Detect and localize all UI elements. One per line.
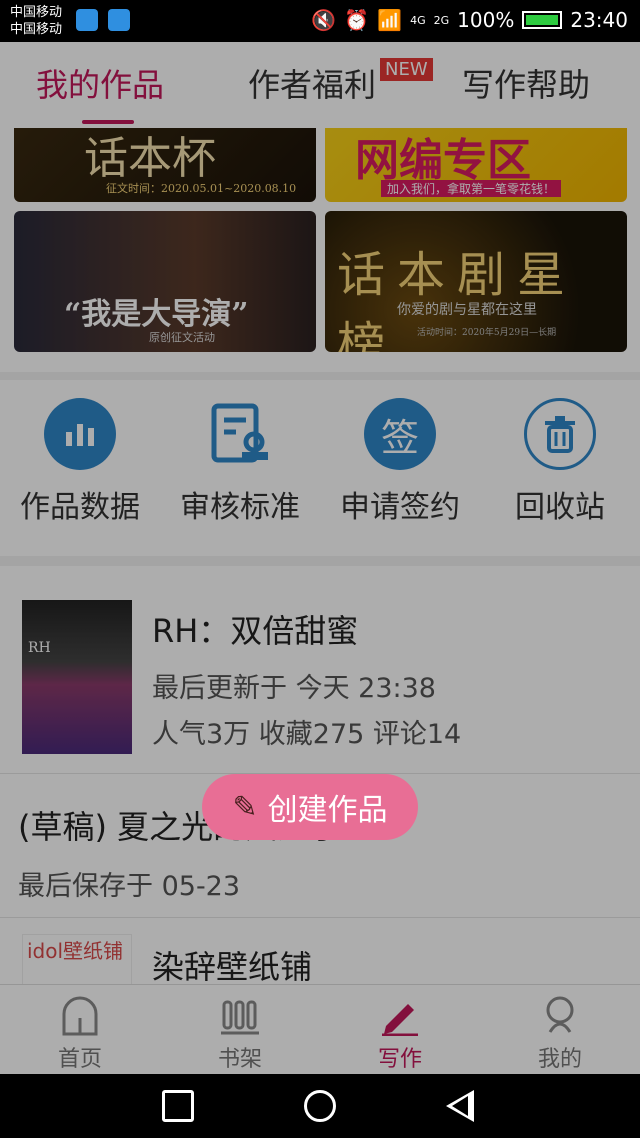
- trash-icon: [524, 398, 596, 470]
- action-apply-contract[interactable]: 签 申请签约: [320, 398, 480, 526]
- bar-chart-icon: [44, 398, 116, 470]
- action-recycle-bin[interactable]: 回收站: [480, 398, 640, 526]
- health-app-icon: [108, 9, 130, 31]
- action-label: 作品数据: [20, 490, 140, 525]
- sign-icon: 签: [364, 398, 436, 470]
- status-indicators: 🔇 ⏰ 📶 4G 2G 100% 23:40: [311, 8, 628, 32]
- battery-icon: [522, 11, 563, 29]
- cover-label: idol壁纸铺: [27, 939, 124, 963]
- banner-title: 话本杯: [84, 133, 216, 184]
- banner-drama-star-list[interactable]: 话本剧星榜 你爱的剧与星都在这里 活动时间：2020年5月29日—长期: [325, 211, 627, 352]
- network-2g-label: 2G: [433, 13, 450, 27]
- carrier-name-1: 中国移动: [10, 5, 63, 20]
- work-title: RH：双倍甜蜜: [152, 612, 359, 650]
- list-item[interactable]: RH RH：双倍甜蜜 最后更新于 今天 23:38 人气3万 收藏275 评论1…: [0, 566, 640, 774]
- banner-subtitle: 加入我们，拿取第一笔零花钱！: [381, 180, 562, 197]
- nav-label: 写作: [377, 1047, 422, 1072]
- pen-icon: [320, 993, 480, 1039]
- work-updated: 最后更新于 今天 23:38: [152, 673, 436, 704]
- top-tabs: 我的作品 作者福利 NEW 写作帮助: [0, 42, 640, 128]
- sign-icon-glyph: 签: [380, 415, 419, 460]
- status-bar: 中国移动 中国移动 🔇 ⏰ 📶 4G 2G 100% 23:40: [0, 0, 640, 42]
- clock: 23:40: [570, 8, 628, 32]
- tab-writing-help[interactable]: 写作帮助: [462, 60, 590, 106]
- location-app-icon: [76, 9, 98, 31]
- action-label: 申请签约: [340, 490, 460, 525]
- network-4g-label: 4G: [410, 13, 426, 27]
- nav-label: 我的: [537, 1047, 582, 1072]
- banner-note: 活动时间：2020年5月29日—长期: [417, 328, 557, 338]
- banner-huaben-cup[interactable]: 话本杯 征文时间：2020.05.01~2020.08.10: [14, 128, 316, 202]
- create-work-label: 创建作品: [267, 793, 388, 828]
- nav-label: 首页: [57, 1047, 102, 1072]
- carrier-name-2: 中国移动: [10, 22, 63, 37]
- work-title: 染辞壁纸铺: [152, 948, 313, 984]
- banner-editor-zone[interactable]: 网编专区 加入我们，拿取第一笔零花钱！: [325, 128, 627, 202]
- recent-apps-button[interactable]: [162, 1090, 194, 1122]
- nav-label: 书架: [217, 1047, 262, 1072]
- profile-icon: [480, 993, 640, 1039]
- tab-my-works[interactable]: 我的作品: [36, 60, 164, 106]
- quick-actions: 作品数据 审核标准 签 申请签约 回收站: [0, 380, 640, 556]
- active-tab-indicator: [82, 120, 134, 124]
- banner-grid: 话本杯 征文时间：2020.05.01~2020.08.10 网编专区 加入我们…: [0, 128, 640, 372]
- pencil-icon: ✎: [232, 789, 258, 825]
- new-badge: NEW: [380, 58, 433, 81]
- work-stats: 人气3万 收藏275 评论14: [152, 719, 462, 750]
- bottom-nav: 首页 书架 写作 我的: [0, 984, 640, 1074]
- back-button[interactable]: [446, 1090, 474, 1122]
- banner-title: “我是大导演”: [64, 297, 249, 332]
- home-button[interactable]: [304, 1090, 336, 1122]
- banner-title: 网编专区: [355, 135, 531, 186]
- create-work-button[interactable]: ✎ 创建作品: [202, 774, 418, 840]
- system-nav-bar: [0, 1074, 640, 1138]
- carrier-info: 中国移动 中国移动: [10, 4, 62, 38]
- action-review-standard[interactable]: 审核标准: [160, 398, 320, 526]
- work-cover: RH: [22, 600, 132, 754]
- cover-text: RH: [28, 640, 51, 656]
- battery-percent: 100%: [457, 8, 515, 32]
- banner-subtitle: 征文时间：2020.05.01~2020.08.10: [106, 182, 297, 195]
- banner-director[interactable]: “我是大导演” 原创征文活动: [14, 211, 316, 352]
- tab-author-benefits[interactable]: 作者福利: [248, 60, 376, 106]
- list-item[interactable]: idol壁纸铺 染辞壁纸铺: [0, 918, 640, 984]
- action-label: 回收站: [515, 490, 605, 525]
- work-saved: 最后保存于 05-23: [18, 871, 241, 902]
- work-cover: idol壁纸铺: [22, 934, 132, 984]
- bookshelf-icon: [160, 993, 320, 1039]
- banner-subtitle: 你爱的剧与星都在这里: [397, 302, 537, 318]
- nav-home[interactable]: 首页: [0, 993, 160, 1073]
- nav-bookshelf[interactable]: 书架: [160, 993, 320, 1073]
- alarm-icon: ⏰: [344, 8, 370, 32]
- wifi-icon: 📶: [377, 8, 403, 32]
- nav-profile[interactable]: 我的: [480, 993, 640, 1073]
- home-icon: [0, 993, 160, 1039]
- action-work-data[interactable]: 作品数据: [0, 398, 160, 526]
- nav-write[interactable]: 写作: [320, 993, 480, 1073]
- action-label: 审核标准: [180, 490, 300, 525]
- mute-icon: 🔇: [311, 8, 337, 32]
- banner-subtitle: 原创征文活动: [149, 331, 215, 344]
- document-check-icon: [204, 398, 276, 470]
